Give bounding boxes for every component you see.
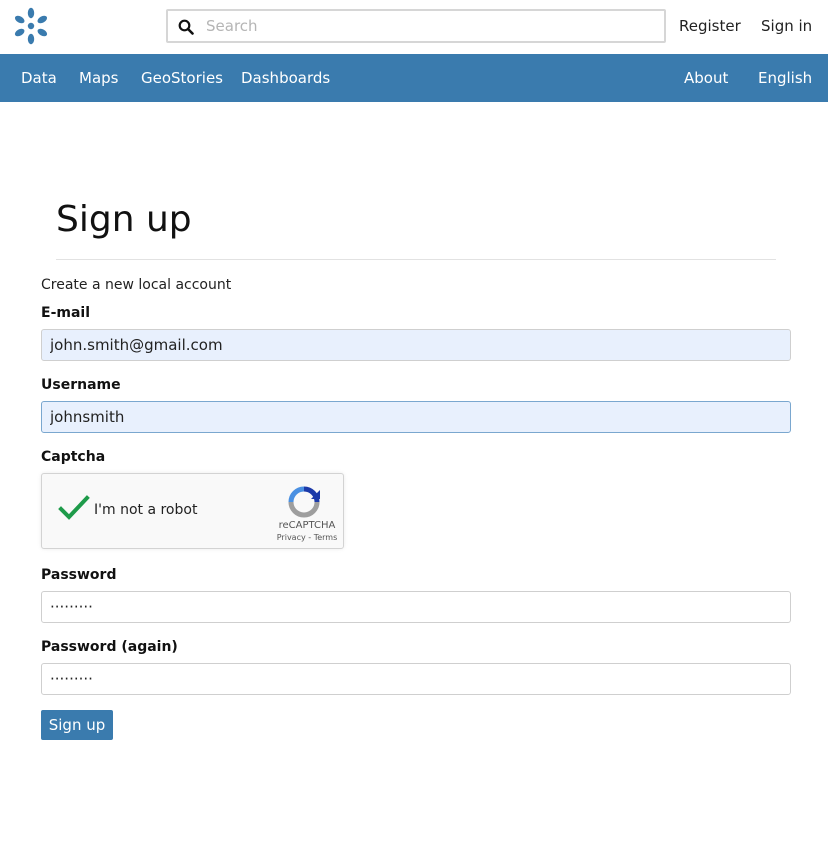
password-again-label: Password (again)	[41, 639, 178, 655]
top-header: Register Sign in	[0, 0, 828, 54]
page-title: Sign up	[56, 199, 192, 240]
main-nav: Data Maps GeoStories Dashboards About En…	[0, 54, 828, 102]
register-link[interactable]: Register	[679, 17, 741, 35]
title-divider	[56, 259, 776, 260]
captcha-label: Captcha	[41, 449, 106, 465]
recaptcha-links[interactable]: Privacy - Terms	[268, 533, 346, 542]
recaptcha-brand: reCAPTCHA	[278, 520, 336, 531]
search-box[interactable]	[166, 9, 666, 43]
nav-item-data[interactable]: Data	[21, 69, 57, 87]
email-label: E-mail	[41, 305, 91, 321]
checkmark-icon[interactable]	[58, 494, 90, 522]
search-input[interactable]	[206, 13, 656, 39]
captcha-checkbox-label: I'm not a robot	[94, 502, 198, 518]
username-label: Username	[41, 377, 121, 393]
nav-item-language[interactable]: English	[758, 69, 812, 87]
nav-item-dashboards[interactable]: Dashboards	[241, 69, 330, 87]
sign-up-button[interactable]: Sign up	[41, 710, 113, 740]
form-subtitle: Create a new local account	[41, 277, 232, 293]
nav-item-geostories[interactable]: GeoStories	[141, 69, 223, 87]
geonode-logo-icon[interactable]	[11, 6, 51, 46]
search-icon[interactable]	[178, 19, 194, 35]
nav-item-about[interactable]: About	[684, 69, 728, 87]
password-again-field[interactable]	[41, 663, 791, 695]
nav-item-maps[interactable]: Maps	[79, 69, 118, 87]
username-field[interactable]	[41, 401, 791, 433]
recaptcha-widget[interactable]: I'm not a robot reCAPTCHA Privacy - Term…	[41, 473, 344, 549]
email-field[interactable]	[41, 329, 791, 361]
recaptcha-icon	[288, 486, 320, 518]
signin-link[interactable]: Sign in	[761, 17, 812, 35]
password-label: Password	[41, 567, 117, 583]
password-field[interactable]	[41, 591, 791, 623]
